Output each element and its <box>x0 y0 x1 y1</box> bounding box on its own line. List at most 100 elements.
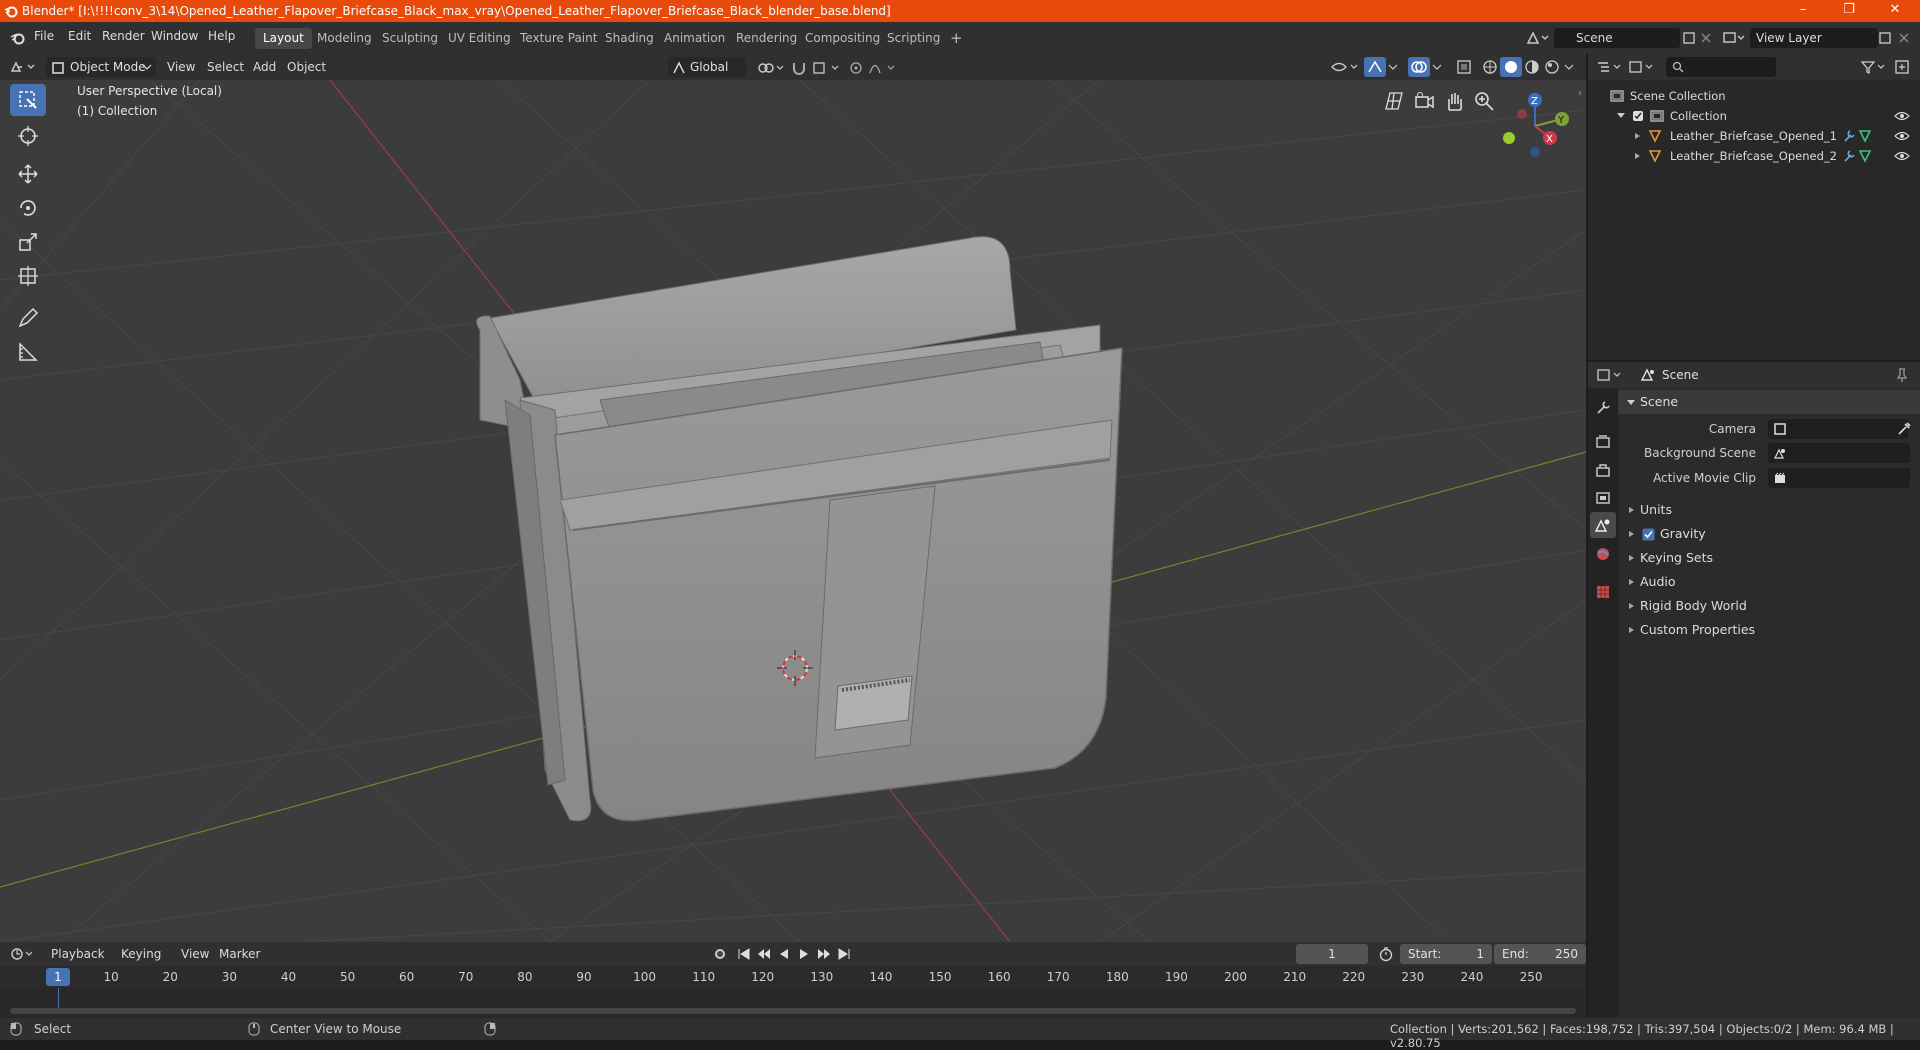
view-layer-selector-icon[interactable] <box>1722 30 1746 46</box>
tab-sculpting[interactable]: Sculpting <box>374 28 446 49</box>
move-tool[interactable] <box>10 158 46 190</box>
tab-scripting[interactable]: Scripting <box>879 28 948 49</box>
frame-end-field[interactable]: End: 250 <box>1494 944 1586 964</box>
new-collection-icon[interactable] <box>1894 59 1910 75</box>
visibility-eye-icon[interactable] <box>1894 130 1910 142</box>
pin-icon[interactable] <box>1894 367 1910 383</box>
jump-to-end-icon[interactable] <box>836 946 852 962</box>
visibility-eye-icon[interactable] <box>1894 150 1910 162</box>
overlays-toggle-button[interactable] <box>1408 57 1430 77</box>
gravity-section[interactable]: Gravity <box>1618 522 1920 546</box>
view-layer-field[interactable]: View Layer <box>1750 28 1878 48</box>
material-preview-icon[interactable] <box>1524 59 1540 75</box>
menu-file[interactable]: File <box>34 29 54 43</box>
outliner-editor-type-icon[interactable] <box>1596 59 1624 75</box>
scale-tool[interactable] <box>10 226 46 258</box>
frame-start-field[interactable]: Start: 1 <box>1400 944 1492 964</box>
menu-timeline-view[interactable]: View <box>176 944 214 964</box>
gizmo-neg-x-axis[interactable] <box>1517 109 1527 119</box>
jump-to-start-icon[interactable] <box>736 946 752 962</box>
menu-view[interactable]: View <box>162 57 200 77</box>
current-frame-field[interactable]: 1 <box>1296 944 1368 964</box>
toggle-ortho-grid-icon[interactable] <box>1383 90 1405 112</box>
view-layer-tab-icon[interactable] <box>1595 490 1611 506</box>
timeline-area[interactable]: 1 10 20 30 40 50 60 70 80 90 100 110 120 130 140 150 160… <box>0 966 1586 1018</box>
rigid-body-world-section[interactable]: Rigid Body World <box>1618 594 1920 618</box>
tab-texture-paint[interactable]: Texture Paint <box>512 28 605 49</box>
menu-playback[interactable]: Playback <box>46 944 110 964</box>
sidebar-toggle-icon[interactable]: ‹ <box>1578 88 1582 99</box>
modifier-wrench-icon[interactable] <box>1842 129 1856 143</box>
3d-viewport[interactable]: User Perspective (Local) (1) Collection … <box>0 80 1586 942</box>
previous-keyframe-icon[interactable] <box>756 946 772 962</box>
tool-settings-tab-icon[interactable] <box>1595 400 1611 416</box>
menu-render[interactable]: Render <box>102 29 145 43</box>
wireframe-shading-icon[interactable] <box>1482 59 1498 75</box>
menu-add[interactable]: Add <box>248 57 281 77</box>
rotate-tool[interactable] <box>10 192 46 224</box>
background-scene-field[interactable] <box>1768 443 1910 463</box>
new-view-layer-icon[interactable] <box>1878 31 1892 45</box>
close-window-button[interactable]: ✕ <box>1872 0 1918 22</box>
tab-uv-editing[interactable]: UV Editing <box>440 28 519 49</box>
gravity-checkbox[interactable] <box>1642 528 1655 541</box>
timeline-scrollbar[interactable] <box>10 1008 1576 1014</box>
eyedropper-icon[interactable] <box>1896 421 1912 437</box>
solid-shading-button[interactable] <box>1500 57 1522 77</box>
new-scene-icon[interactable] <box>1682 31 1696 45</box>
tab-compositing[interactable]: Compositing <box>797 28 888 49</box>
scene-name-field[interactable]: Scene <box>1554 28 1680 48</box>
delete-view-layer-icon[interactable] <box>1898 32 1910 44</box>
proportional-editing-icon[interactable] <box>848 60 864 76</box>
minimize-button[interactable]: – <box>1780 0 1826 22</box>
record-icon[interactable] <box>712 946 728 962</box>
measure-tool[interactable] <box>10 336 46 368</box>
scene-selector-icon[interactable] <box>1526 30 1550 46</box>
play-reverse-icon[interactable] <box>776 946 792 962</box>
pivot-point-icon[interactable] <box>756 60 786 76</box>
xray-toggle-icon[interactable] <box>1456 59 1472 75</box>
navigation-gizmo[interactable]: Z Y X <box>1495 86 1575 166</box>
outliner-row-object-2[interactable]: Leather_Briefcase_Opened_2 <box>1588 146 1920 166</box>
delete-scene-icon[interactable] <box>1700 32 1712 44</box>
annotate-tool[interactable] <box>10 302 46 334</box>
menu-keying[interactable]: Keying <box>116 944 166 964</box>
object-visibility-icon[interactable] <box>1330 59 1360 75</box>
maximize-button[interactable]: ❐ <box>1826 0 1872 22</box>
output-tab-icon[interactable] <box>1595 462 1611 478</box>
outliner-row-object-1[interactable]: Leather_Briefcase_Opened_1 <box>1588 126 1920 146</box>
units-section[interactable]: Units <box>1618 498 1920 522</box>
menu-edit[interactable]: Edit <box>68 29 91 43</box>
gizmo-toggle-button[interactable] <box>1364 57 1386 77</box>
tab-animation[interactable]: Animation <box>656 28 733 49</box>
timeline-editor-type-icon[interactable] <box>10 946 36 962</box>
menu-help[interactable]: Help <box>208 29 235 43</box>
menu-object[interactable]: Object <box>282 57 331 77</box>
mesh-data-icon[interactable] <box>1858 129 1872 143</box>
camera-field[interactable] <box>1768 419 1908 439</box>
snap-target-icon[interactable] <box>812 60 842 76</box>
custom-properties-section[interactable]: Custom Properties <box>1618 618 1920 642</box>
scene-panel-header[interactable]: Scene <box>1618 390 1920 414</box>
outliner-row-scene-collection[interactable]: Scene Collection <box>1588 86 1920 106</box>
transform-tool[interactable] <box>10 260 46 292</box>
shading-dropdown-icon[interactable] <box>1562 60 1576 74</box>
pan-hand-icon[interactable] <box>1443 90 1465 112</box>
menu-marker[interactable]: Marker <box>214 944 265 964</box>
snap-magnet-icon[interactable] <box>790 59 808 77</box>
collection-checkbox-icon[interactable] <box>1632 110 1644 122</box>
camera-view-icon[interactable] <box>1413 90 1435 112</box>
keying-sets-section[interactable]: Keying Sets <box>1618 546 1920 570</box>
tab-shading[interactable]: Shading <box>597 28 662 49</box>
menu-select[interactable]: Select <box>202 57 249 77</box>
expand-chevron-icon[interactable] <box>1616 112 1626 120</box>
gizmo-dropdown-icon[interactable] <box>1386 60 1400 74</box>
gizmo-neg-y-axis[interactable] <box>1503 132 1515 144</box>
expand-arrow-icon[interactable] <box>1634 132 1642 140</box>
mesh-data-icon[interactable] <box>1858 149 1872 163</box>
rendered-shading-icon[interactable] <box>1544 59 1560 75</box>
preview-range-stopwatch-icon[interactable] <box>1378 946 1394 962</box>
render-tab-icon[interactable] <box>1595 434 1611 450</box>
add-workspace-button[interactable]: + <box>942 28 971 49</box>
expand-arrow-icon[interactable] <box>1634 152 1642 160</box>
